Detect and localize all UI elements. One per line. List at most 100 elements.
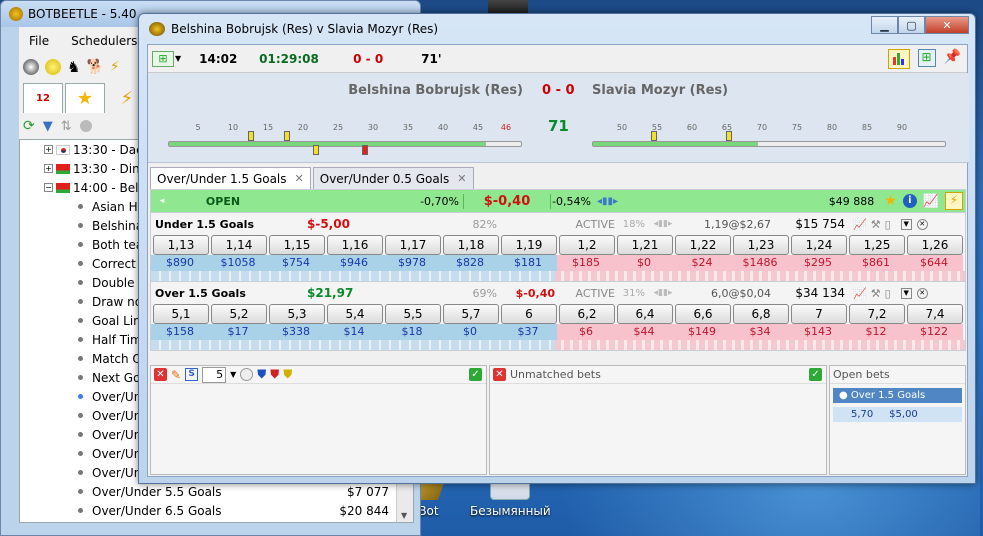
horse-racing-icon[interactable]: ♞ — [67, 58, 80, 76]
event-title-bar[interactable]: Belshina Bobrujsk (Res) v Slavia Mozyr (… — [139, 14, 975, 44]
menu-file[interactable]: File — [29, 34, 49, 48]
expand-icon[interactable]: ◂ — [151, 196, 173, 206]
tennis-ball-icon[interactable] — [45, 59, 61, 75]
lay-price-button[interactable]: 1,23 — [733, 235, 789, 255]
close-button[interactable]: ✕ — [925, 16, 969, 34]
calendar-day: 12 — [36, 93, 50, 104]
dropdown-arrow-icon[interactable]: ▼ — [175, 54, 181, 63]
runner-chart-icon[interactable]: 📈 — [853, 218, 867, 231]
lay-price-button[interactable]: 7 — [791, 304, 847, 324]
tree-market-row[interactable]: Over/Under 6.5 Goals $20 844 — [20, 501, 413, 520]
cancel-all-icon[interactable]: ✕ — [154, 368, 167, 381]
bolt-icon[interactable]: ⚡ — [945, 192, 963, 210]
shield-yellow-icon[interactable]: ⛊ — [283, 367, 292, 382]
open-bet-row[interactable]: ● Over 1.5 Goals — [833, 388, 962, 403]
back-price-button[interactable]: 5,4 — [327, 304, 383, 324]
star-icon[interactable]: ★ — [65, 83, 105, 113]
lay-price-button[interactable]: 1,2 — [559, 235, 615, 255]
close-tab-icon[interactable]: ✕ — [295, 172, 304, 185]
scroll-down-icon[interactable]: ▼ — [401, 511, 407, 520]
sort-icon[interactable]: ⇅ — [61, 119, 72, 134]
lay-price-button[interactable]: 1,21 — [617, 235, 673, 255]
stake-dropdown-icon[interactable]: ▼ — [230, 370, 236, 379]
runner-book-icon[interactable]: ▯ — [885, 287, 891, 300]
lay-price-button[interactable]: 6,8 — [733, 304, 789, 324]
tab-over-under-0-5[interactable]: Over/Under 0.5 Goals ✕ — [312, 167, 474, 189]
volume-nav-icon[interactable]: ◂▮▮▸ — [645, 288, 681, 298]
bet-controls-panel: ✕ ✎ S 5 ▼ ⛊ ⛊ ⛊ ✓ — [150, 365, 487, 475]
stake-input[interactable]: 5 — [202, 366, 227, 383]
cancel-unmatched-icon[interactable]: ✕ — [493, 368, 506, 381]
tree-expand-icon[interactable]: + — [44, 145, 53, 154]
volume-nav-icon[interactable]: ◂▮▮▸ — [645, 219, 681, 229]
runner-tools-icon[interactable]: ⚒ — [871, 287, 881, 300]
tab-over-under-1-5[interactable]: Over/Under 1.5 Goals ✕ — [150, 167, 311, 189]
tree-item-label: Over/Un — [92, 446, 142, 461]
new-window-icon[interactable]: ⊞ — [917, 48, 936, 67]
close-tab-icon[interactable]: ✕ — [457, 172, 466, 185]
tree-bullet-icon — [78, 223, 83, 228]
lay-price-button[interactable]: 1,25 — [849, 235, 905, 255]
back-price-button[interactable]: 1,15 — [269, 235, 325, 255]
menu-schedulers[interactable]: Schedulers — [71, 34, 137, 48]
lay-price-button[interactable]: 7,2 — [849, 304, 905, 324]
shield-red-icon[interactable]: ⛊ — [270, 367, 279, 382]
runner-tools-icon[interactable]: ⚒ — [871, 218, 881, 231]
match-score: 0 - 0 — [542, 83, 575, 98]
favorite-star-icon[interactable]: ★ — [884, 193, 897, 209]
stake-s-icon[interactable]: S — [185, 368, 199, 381]
clock-icon[interactable] — [240, 368, 254, 381]
info-icon[interactable]: i — [902, 194, 917, 208]
lay-price-button[interactable]: 1,24 — [791, 235, 847, 255]
lay-price-button[interactable]: 7,4 — [907, 304, 963, 324]
soccer-ball-icon[interactable] — [23, 59, 39, 75]
lay-price-button[interactable]: 6,6 — [675, 304, 731, 324]
greyhound-icon[interactable]: 🐕 — [86, 59, 103, 75]
lay-price-button[interactable]: 1,22 — [675, 235, 731, 255]
runner-close-icon[interactable]: ✕ — [916, 218, 928, 230]
back-price-button[interactable]: 1,17 — [385, 235, 441, 255]
back-price-button[interactable]: 1,14 — [211, 235, 267, 255]
back-price-button[interactable]: 5,5 — [385, 304, 441, 324]
volume-bars-icon[interactable]: ◂▮▮▸ — [597, 196, 618, 207]
shield-blue-icon[interactable]: ⛊ — [257, 367, 266, 382]
back-price-button[interactable]: 1,13 — [153, 235, 209, 255]
back-price-button[interactable]: 1,16 — [327, 235, 383, 255]
back-price-button[interactable]: 5,3 — [269, 304, 325, 324]
grey-circle-icon[interactable] — [79, 120, 92, 132]
broom-icon[interactable]: ✎ — [171, 368, 181, 382]
tree-item-label: 14:00 - Bels — [73, 180, 145, 195]
open-bets-title: Open bets — [833, 368, 890, 381]
lay-price-button[interactable]: 6,4 — [617, 304, 673, 324]
minimize-button[interactable]: ▁ — [871, 16, 898, 34]
lightning-icon[interactable]: ⚡ — [110, 59, 120, 75]
chart-icon[interactable] — [887, 48, 910, 69]
maximize-button[interactable]: ▢ — [898, 16, 925, 34]
lay-price-button[interactable]: 1,26 — [907, 235, 963, 255]
graph-icon[interactable]: 📈 — [923, 194, 939, 209]
back-price-button[interactable]: 5,1 — [153, 304, 209, 324]
add-window-icon[interactable]: ⊞ — [152, 50, 174, 67]
runner-close-icon[interactable]: ✕ — [916, 287, 928, 299]
back-amount: $1058 — [209, 255, 267, 271]
tree-market-row[interactable]: Over/Under 5.5 Goals $7 077 — [20, 482, 413, 501]
lay-price-button[interactable]: 6,2 — [559, 304, 615, 324]
runner-collapse-icon[interactable]: ▼ — [900, 218, 912, 230]
back-price-button[interactable]: 6 — [501, 304, 557, 324]
calendar-icon[interactable]: 12 — [23, 83, 63, 113]
confirm-icon[interactable]: ✓ — [469, 368, 482, 381]
tree-expand-icon[interactable]: − — [44, 183, 53, 192]
runner-collapse-icon[interactable]: ▼ — [900, 287, 912, 299]
runner-chart-icon[interactable]: 📈 — [853, 287, 867, 300]
confirm-unmatched-icon[interactable]: ✓ — [809, 368, 822, 381]
refresh-icon[interactable]: ⟳ — [23, 118, 35, 134]
runner-book-icon[interactable]: ▯ — [885, 218, 891, 231]
back-price-button[interactable]: 1,19 — [501, 235, 557, 255]
red-card-marker — [362, 145, 368, 155]
back-price-button[interactable]: 5,2 — [211, 304, 267, 324]
back-price-button[interactable]: 1,18 — [443, 235, 499, 255]
back-price-button[interactable]: 5,7 — [443, 304, 499, 324]
tree-expand-icon[interactable]: + — [44, 164, 53, 173]
filter-icon[interactable]: ▼ — [43, 119, 53, 134]
pin-icon[interactable]: 📌 — [944, 49, 961, 69]
